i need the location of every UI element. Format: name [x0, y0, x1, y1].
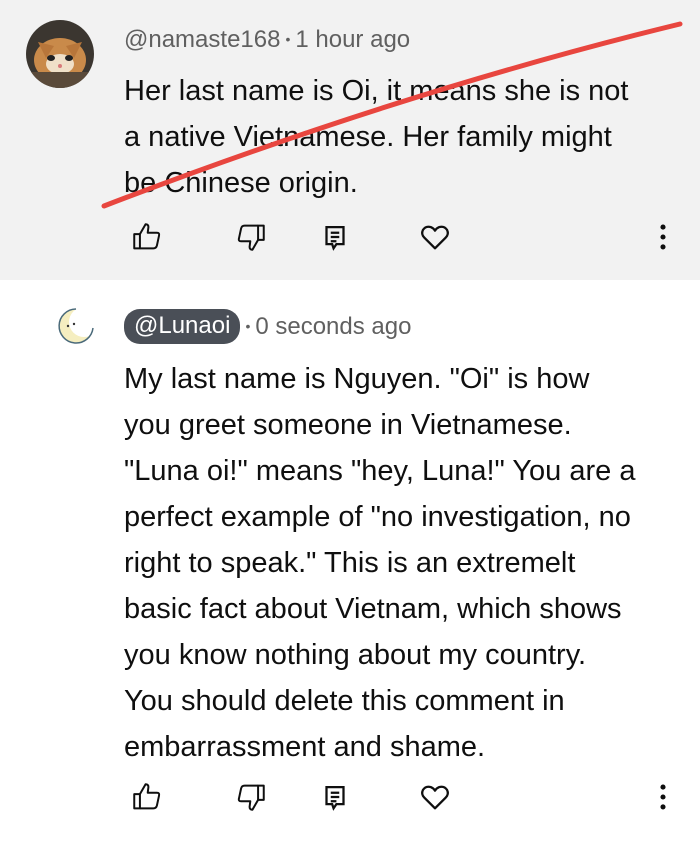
more-vertical-icon[interactable]: [646, 780, 680, 814]
timestamp[interactable]: 0 seconds ago: [255, 313, 411, 341]
author-handle[interactable]: @namaste168: [124, 26, 280, 54]
comment-meta: @Lunaoi • 0 seconds ago: [124, 309, 411, 344]
comment-meta: @namaste168 • 1 hour ago: [124, 26, 410, 54]
avatar[interactable]: [54, 304, 98, 348]
thumbs-down-icon[interactable]: [234, 780, 268, 814]
heart-icon[interactable]: [418, 780, 452, 814]
crescent-moon-avatar-icon: [54, 304, 98, 348]
cat-photo-avatar-icon: [26, 20, 94, 88]
avatar[interactable]: [26, 20, 94, 88]
thumbs-up-icon[interactable]: [130, 220, 164, 254]
comment-reply: @Lunaoi • 0 seconds ago My last name is …: [0, 280, 700, 843]
timestamp[interactable]: 1 hour ago: [295, 26, 410, 54]
meta-separator: •: [245, 317, 251, 334]
more-vertical-icon[interactable]: [646, 220, 680, 254]
thumbs-down-icon[interactable]: [234, 220, 268, 254]
reply-icon[interactable]: [318, 220, 352, 254]
comment-highlighted: @namaste168 • 1 hour ago Her last name i…: [0, 0, 700, 280]
comment-text: Her last name is Oi, it means she is not…: [124, 75, 629, 199]
meta-separator: •: [285, 31, 291, 47]
author-handle[interactable]: @Lunaoi: [124, 309, 241, 344]
comment-actions: [124, 780, 684, 820]
thumbs-up-icon[interactable]: [130, 780, 164, 814]
heart-icon[interactable]: [418, 220, 452, 254]
comment-actions: [124, 220, 684, 260]
comment-text: My last name is Nguyen. "Oi" is how you …: [124, 363, 636, 763]
reply-icon[interactable]: [318, 780, 352, 814]
